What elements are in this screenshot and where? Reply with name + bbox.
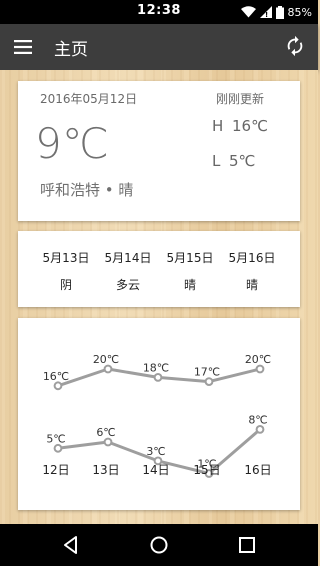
forecast-weather: 多云 bbox=[115, 278, 140, 292]
refresh-icon bbox=[287, 35, 303, 57]
high-label: H bbox=[212, 117, 224, 135]
home-icon bbox=[150, 536, 168, 554]
navigation-bar bbox=[0, 524, 318, 566]
signal-icon: ! bbox=[259, 6, 272, 18]
wifi-icon bbox=[240, 6, 256, 18]
x-tick-label: 16日 bbox=[244, 463, 271, 477]
data-label: 5℃ bbox=[46, 432, 65, 445]
home-button[interactable] bbox=[148, 534, 170, 556]
forecast-item[interactable]: 5月16日 晴 bbox=[221, 249, 283, 293]
data-point bbox=[53, 443, 63, 453]
data-point bbox=[53, 381, 63, 391]
data-point bbox=[255, 364, 265, 374]
forecast-date: 5月16日 bbox=[228, 251, 276, 265]
data-point bbox=[255, 425, 265, 434]
forecast-item[interactable]: 5月14日 多云 bbox=[97, 249, 159, 293]
back-icon bbox=[64, 536, 77, 554]
data-label: 6℃ bbox=[96, 426, 115, 439]
back-button[interactable] bbox=[60, 534, 82, 556]
data-point bbox=[204, 377, 214, 386]
page-title: 主页 bbox=[54, 40, 88, 60]
data-point bbox=[103, 364, 113, 374]
current-date: 2016年05月12日 bbox=[40, 92, 138, 106]
forecast-weather: 晴 bbox=[183, 278, 196, 292]
update-status: 刚刚更新 bbox=[215, 92, 264, 106]
data-label: 17℃ bbox=[194, 366, 220, 379]
data-point bbox=[103, 437, 113, 447]
recents-icon bbox=[239, 537, 255, 553]
app-bar: 主页 bbox=[0, 24, 318, 70]
forecast-date: 5月15日 bbox=[166, 251, 214, 265]
high-temperature: 16℃ bbox=[232, 117, 268, 135]
recents-button[interactable] bbox=[236, 534, 258, 556]
data-label: 8℃ bbox=[248, 413, 267, 426]
x-tick-label: 14日 bbox=[142, 463, 169, 477]
data-label: 18℃ bbox=[143, 361, 169, 374]
forecast-weather: 阴 bbox=[59, 278, 72, 292]
forecast-date: 5月13日 bbox=[42, 251, 90, 265]
data-label: 16℃ bbox=[43, 370, 69, 383]
temperature-chart-card: 16℃ 20℃ 18℃ 17℃ 20℃ 5℃ 6℃ 3℃ 1℃ 8℃ 12日 13日 14日 15日 16日 bbox=[18, 318, 300, 510]
svg-text:!: ! bbox=[265, 11, 268, 18]
low-temperature: 5℃ bbox=[229, 152, 256, 170]
location-condition: 呼和浩特 • 晴 bbox=[40, 181, 134, 199]
x-tick-label: 12日 bbox=[42, 463, 69, 477]
refresh-button[interactable] bbox=[284, 35, 308, 59]
forecast-weather: 晴 bbox=[245, 278, 258, 292]
temperature-line-chart: 16℃20℃18℃ 17℃20℃5℃ 6℃3℃1℃8℃12日 13日 14日 15日 16日 bbox=[42, 353, 272, 478]
x-tick-label: 15日 bbox=[193, 463, 220, 477]
menu-button[interactable] bbox=[12, 35, 38, 59]
menu-icon bbox=[14, 40, 32, 54]
battery-percent: 85% bbox=[287, 5, 312, 19]
current-temperature: 9℃ bbox=[35, 119, 109, 168]
forecast-item[interactable]: 5月13日 阴 bbox=[35, 249, 97, 293]
low-label: L bbox=[212, 152, 221, 170]
data-label: 3℃ bbox=[146, 445, 165, 458]
status-icons: ! 85% bbox=[240, 4, 312, 20]
data-label: 20℃ bbox=[93, 353, 119, 366]
battery-icon bbox=[275, 5, 284, 19]
data-point bbox=[153, 373, 163, 382]
forecast-item[interactable]: 5月15日 晴 bbox=[159, 249, 221, 293]
x-tick-label: 13日 bbox=[92, 463, 119, 477]
forecast-card: 5月13日 阴 5月14日 多云 5月15日 晴 5月16日 晴 bbox=[18, 231, 300, 307]
status-bar: 12:38 ! 85% bbox=[0, 0, 318, 24]
data-label: 20℃ bbox=[245, 353, 271, 366]
current-weather-card: 2016年05月12日 刚刚更新 9℃ H 16℃ L 5℃ 呼和浩特 • 晴 bbox=[18, 81, 300, 221]
forecast-date: 5月14日 bbox=[104, 251, 152, 265]
